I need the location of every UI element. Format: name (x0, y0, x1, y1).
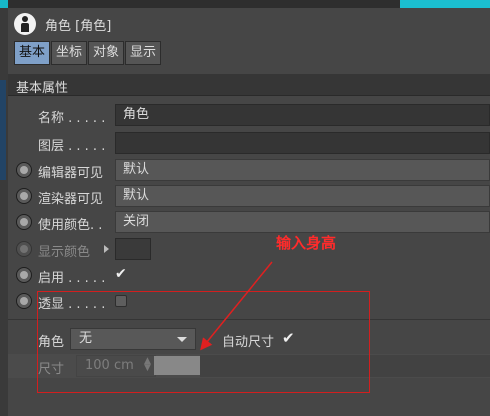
row-display-color: 显示颜色 (14, 237, 490, 261)
object-header: 角色 [角色] (14, 12, 111, 36)
tab-display[interactable]: 显示 (125, 41, 162, 65)
top-edge-accent (400, 0, 490, 8)
use-color-anim-radio[interactable] (16, 214, 32, 230)
enabled-anim-radio[interactable] (16, 267, 32, 283)
highlight-box (37, 291, 370, 393)
render-visible-dropdown[interactable]: 默认 (115, 185, 490, 207)
character-object-icon (14, 13, 36, 35)
use-color-label: 使用颜色. . (38, 218, 103, 233)
layer-field[interactable] (115, 132, 490, 154)
row-enabled: 启用 . . . . . ✔ (14, 263, 490, 287)
annotation-text: 输入身高 (276, 234, 337, 252)
row-name: 名称 . . . . . 角色 (14, 103, 490, 127)
editor-visible-label: 编辑器可见 (38, 166, 104, 181)
display-color-swatch[interactable] (115, 238, 151, 260)
enabled-checkbox[interactable]: ✔ (115, 267, 130, 282)
row-use-color: 使用颜色. . 关闭 (14, 210, 490, 234)
tab-basic[interactable]: 基本 (14, 41, 51, 65)
name-field[interactable]: 角色 (115, 104, 490, 126)
display-color-anim-radio[interactable] (16, 241, 32, 257)
render-visible-label: 渲染器可见 (38, 192, 104, 207)
use-color-dropdown[interactable]: 关闭 (115, 211, 490, 233)
render-visible-anim-radio[interactable] (16, 188, 32, 204)
viewport-edge-panel (0, 80, 6, 180)
row-render-visible: 渲染器可见 默认 (14, 184, 490, 208)
editor-visible-anim-radio[interactable] (16, 162, 32, 178)
xray-anim-radio[interactable] (16, 293, 32, 309)
name-label: 名称 . . . . . (38, 111, 106, 126)
row-layer: 图层 . . . . . (14, 131, 490, 155)
left-edge-strip (0, 0, 8, 416)
row-editor-visible: 编辑器可见 默认 (14, 158, 490, 182)
section-title: 基本属性 (16, 81, 69, 96)
expand-triangle-icon[interactable] (104, 245, 109, 253)
display-color-label: 显示颜色 (38, 245, 91, 260)
tab-object[interactable]: 对象 (88, 41, 125, 65)
viewport-edge-accent (0, 0, 8, 8)
tab-coord[interactable]: 坐标 (51, 41, 88, 65)
section-header: 基本属性 (8, 74, 490, 96)
top-edge-strip (8, 0, 490, 8)
editor-visible-dropdown[interactable]: 默认 (115, 159, 490, 181)
attribute-tabs: 基本 坐标 对象 显示 (14, 41, 162, 65)
layer-label: 图层 . . . . . (38, 139, 106, 154)
object-title: 角色 [角色] (45, 18, 112, 34)
enabled-label: 启用 . . . . . (38, 271, 106, 286)
